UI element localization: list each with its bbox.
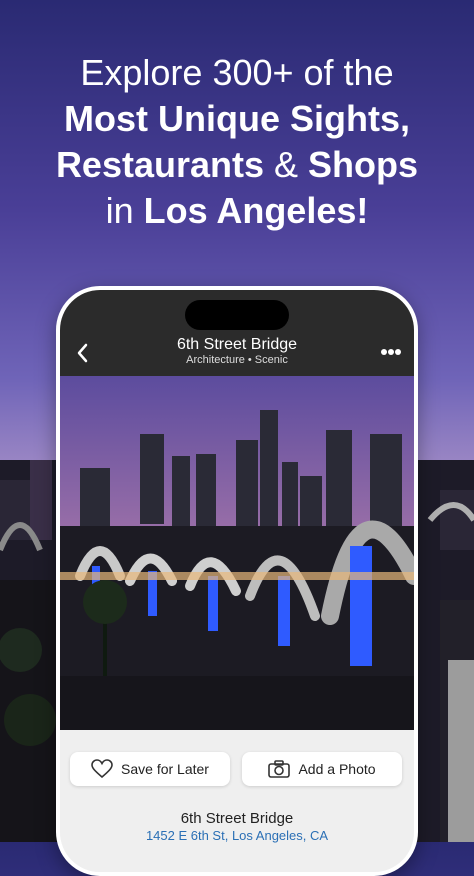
headline-line1: Explore 300+ of the <box>80 52 394 93</box>
dynamic-island <box>185 300 289 330</box>
save-for-later-button[interactable]: Save for Later <box>70 752 230 786</box>
headline-line2: Most Unique Sights, <box>64 98 410 139</box>
headline-line4: in Los Angeles! <box>105 190 369 231</box>
heart-icon <box>91 759 113 779</box>
phone-frame: 6th Street Bridge Architecture • Scenic <box>56 286 418 876</box>
action-bar: Save for Later Add a Photo 6th Street Br… <box>60 730 414 872</box>
place-photo[interactable] <box>60 376 414 730</box>
more-options-icon[interactable] <box>380 348 402 356</box>
headline-line3: Restaurants & Shops <box>55 144 419 185</box>
camera-icon <box>268 760 291 778</box>
add-photo-button[interactable]: Add a Photo <box>242 752 402 786</box>
add-photo-label: Add a Photo <box>298 761 376 777</box>
place-address-link[interactable]: 1452 E 6th St, Los Angeles, CA <box>60 828 414 843</box>
nav-subtitle: Architecture • Scenic <box>186 354 288 366</box>
place-name: 6th Street Bridge <box>180 810 294 827</box>
save-for-later-label: Save for Later <box>121 761 209 777</box>
headline: Explore 300+ of the Most Unique Sights, … <box>0 50 474 234</box>
nav-title: 6th Street Bridge <box>176 336 298 353</box>
nav-bar: 6th Street Bridge Architecture • Scenic <box>60 290 414 376</box>
